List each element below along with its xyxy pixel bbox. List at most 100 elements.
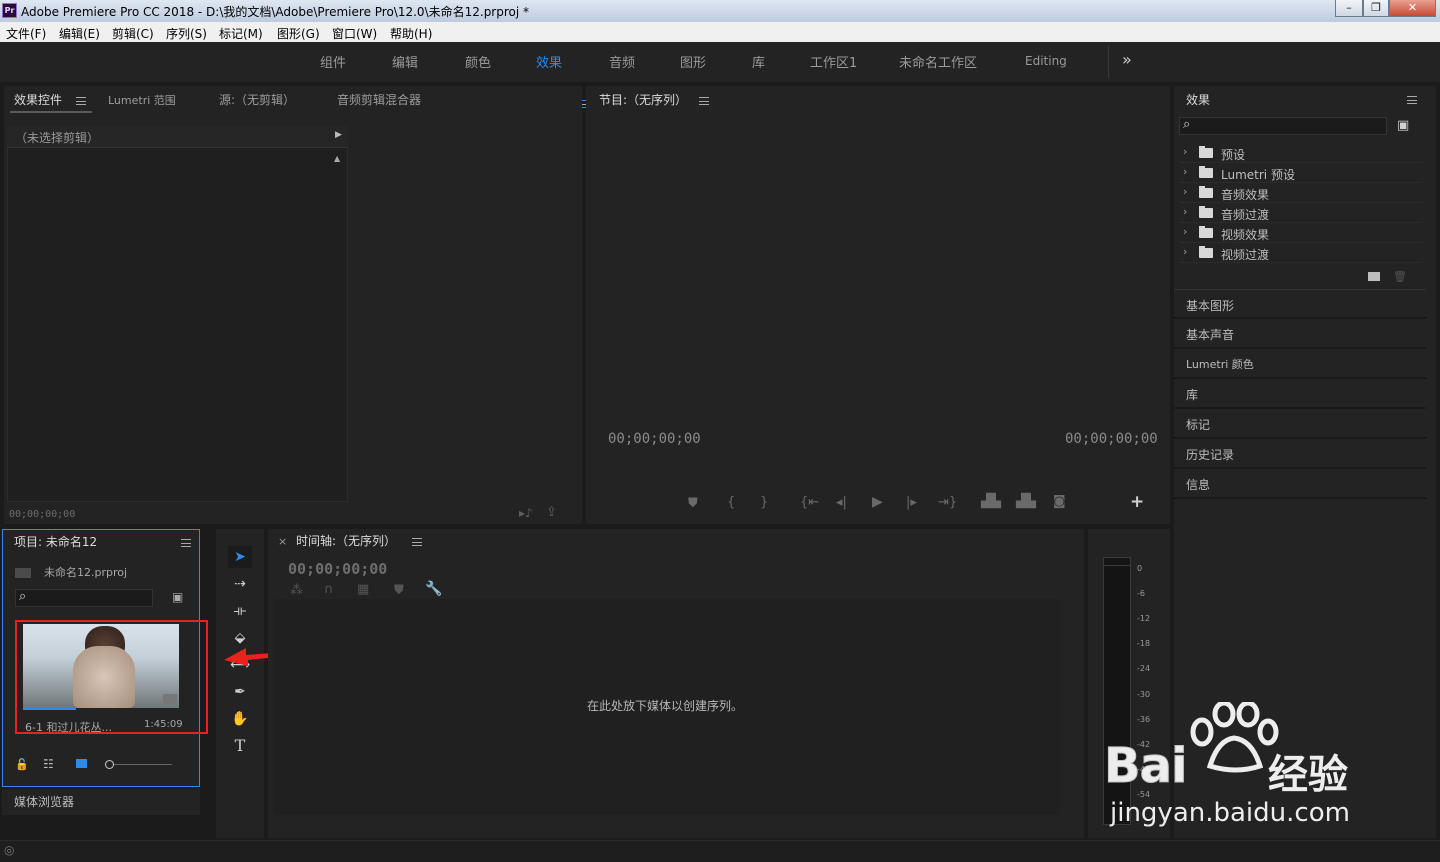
menu-edit[interactable]: 编辑(E) bbox=[59, 25, 100, 42]
section-libraries[interactable]: 库 bbox=[1174, 379, 1426, 409]
effects-menu-icon[interactable] bbox=[1407, 96, 1417, 104]
section-essential-sound[interactable]: 基本声音 bbox=[1174, 319, 1426, 349]
program-menu-icon[interactable] bbox=[699, 97, 709, 105]
workspace-tab-effects[interactable]: 效果 bbox=[536, 52, 562, 71]
workspace-tab-workspace1[interactable]: 工作区1 bbox=[810, 52, 857, 71]
step-back-icon[interactable]: ◂| bbox=[836, 495, 847, 510]
hand-tool-icon[interactable]: ✋ bbox=[228, 708, 252, 730]
chevron-right-icon[interactable]: › bbox=[1183, 165, 1187, 178]
baidu-paw-logo bbox=[1190, 702, 1279, 773]
effects-item-video-transitions[interactable]: › 视频过渡 bbox=[1179, 243, 1422, 263]
effects-item-label: 视频过渡 bbox=[1221, 248, 1270, 262]
timeline-menu-icon[interactable] bbox=[412, 538, 422, 546]
mark-out-icon[interactable]: } bbox=[760, 495, 768, 510]
effects-item-video-effects[interactable]: › 视频效果 bbox=[1179, 223, 1422, 243]
section-history[interactable]: 历史记录 bbox=[1174, 439, 1426, 469]
ripple-edit-tool-icon[interactable]: ⟛ bbox=[228, 600, 252, 622]
add-button[interactable]: + bbox=[1130, 492, 1144, 512]
track-select-tool-icon[interactable]: ⇢ bbox=[228, 573, 252, 595]
go-to-in-icon[interactable]: {⇤ bbox=[800, 495, 819, 510]
new-bin-icon[interactable]: ▣ bbox=[1397, 118, 1409, 133]
chevron-right-icon[interactable]: › bbox=[1183, 205, 1187, 218]
baidu-jingyan-text: 经验 bbox=[1268, 752, 1348, 798]
wrench-settings-icon[interactable]: 🔧 bbox=[425, 581, 442, 597]
type-tool-icon[interactable]: T bbox=[228, 735, 252, 757]
workspace-tab-editing-en[interactable]: Editing bbox=[1025, 54, 1067, 68]
workspace-tab-untitled[interactable]: 未命名工作区 bbox=[899, 52, 977, 71]
scroll-up-icon[interactable]: ▲ bbox=[334, 154, 340, 163]
tab-source[interactable]: 源:（无剪辑） bbox=[219, 91, 295, 108]
effects-item-audio-transitions[interactable]: › 音频过渡 bbox=[1179, 203, 1422, 223]
menu-graphics[interactable]: 图形(G) bbox=[277, 25, 320, 42]
project-search-input[interactable]: ⌕ bbox=[15, 589, 153, 607]
meter-label-24: -24 bbox=[1137, 664, 1151, 673]
list-view-icon[interactable]: ☷ bbox=[43, 757, 54, 771]
play-icon[interactable]: ▶ bbox=[872, 494, 883, 510]
premiere-app-icon: Pr bbox=[2, 3, 17, 18]
tab-lumetri-scopes[interactable]: Lumetri 范围 bbox=[108, 92, 176, 108]
chevron-right-icon[interactable]: › bbox=[1183, 185, 1187, 198]
zoom-slider-handle[interactable] bbox=[105, 760, 114, 769]
meter-label-6: -6 bbox=[1137, 589, 1145, 598]
effects-item-lumetri-presets[interactable]: › Lumetri 预设 bbox=[1179, 163, 1422, 183]
nest-icon[interactable]: ▦ bbox=[357, 582, 369, 597]
section-info[interactable]: 信息 bbox=[1174, 469, 1426, 499]
section-lumetri-color[interactable]: Lumetri 颜色 bbox=[1174, 349, 1426, 379]
close-button[interactable]: ✕ bbox=[1389, 0, 1436, 17]
audio-toggle-icon[interactable]: ▸♪ bbox=[519, 506, 533, 520]
linked-selection-icon[interactable]: ∩ bbox=[324, 582, 334, 597]
workspace-tab-assembly[interactable]: 组件 bbox=[320, 52, 346, 71]
tab-audio-clip-mixer[interactable]: 音频剪辑混合器 bbox=[337, 91, 421, 108]
chevron-right-icon[interactable]: › bbox=[1183, 225, 1187, 238]
new-bin-icon[interactable]: ▣ bbox=[172, 590, 183, 604]
workspace-overflow-icon[interactable]: » bbox=[1122, 50, 1132, 69]
section-markers[interactable]: 标记 bbox=[1174, 409, 1426, 439]
go-to-out-icon[interactable]: ⇥} bbox=[938, 495, 957, 510]
effects-item-audio-effects[interactable]: › 音频效果 bbox=[1179, 183, 1422, 203]
add-marker-icon[interactable]: ⛊ bbox=[394, 583, 404, 598]
pen-tool-icon[interactable]: ✒ bbox=[228, 681, 252, 703]
chevron-right-icon[interactable]: › bbox=[1183, 145, 1187, 158]
workspace-tab-editing[interactable]: 编辑 bbox=[392, 52, 418, 71]
delete-icon[interactable]: 🗑 bbox=[1393, 270, 1407, 283]
expand-right-icon[interactable]: ▶ bbox=[335, 130, 342, 140]
no-clip-label: （未选择剪辑） bbox=[15, 131, 100, 145]
mark-in-icon[interactable]: { bbox=[727, 495, 735, 510]
effects-item-presets[interactable]: › 预设 bbox=[1179, 143, 1422, 163]
menu-clip[interactable]: 剪辑(C) bbox=[112, 25, 154, 42]
workspace-tab-libraries[interactable]: 库 bbox=[752, 52, 765, 71]
menu-marker[interactable]: 标记(M) bbox=[219, 25, 263, 42]
workspace-tab-graphics[interactable]: 图形 bbox=[680, 52, 706, 71]
restore-button[interactable]: ❐ bbox=[1363, 0, 1389, 17]
section-essential-graphics[interactable]: 基本图形 bbox=[1174, 289, 1426, 319]
menu-window[interactable]: 窗口(W) bbox=[332, 25, 377, 42]
minimize-button[interactable]: – bbox=[1335, 0, 1363, 17]
lift-icon[interactable]: ▟▙ bbox=[981, 494, 1001, 509]
new-custom-bin-icon[interactable] bbox=[1368, 272, 1380, 281]
effects-search-input[interactable]: ⌕ bbox=[1179, 117, 1387, 135]
tab-media-browser[interactable]: 媒体浏览器 bbox=[14, 793, 74, 810]
timeline-close-icon[interactable]: × bbox=[278, 535, 287, 548]
selection-tool-icon[interactable]: ➤ bbox=[228, 546, 252, 568]
timeline-drop-area[interactable]: 在此处放下媒体以创建序列。 bbox=[274, 599, 1060, 815]
timeline-timecode[interactable]: 00;00;00;00 bbox=[288, 560, 387, 578]
add-marker-icon[interactable]: ⛊ bbox=[688, 496, 698, 511]
step-forward-icon[interactable]: |▸ bbox=[906, 495, 917, 510]
tab-effect-controls[interactable]: 效果控件 bbox=[14, 91, 62, 108]
menu-sequence[interactable]: 序列(S) bbox=[166, 25, 207, 42]
program-timecode-left[interactable]: 00;00;00;00 bbox=[608, 431, 701, 447]
project-menu-icon[interactable] bbox=[181, 539, 191, 547]
lock-icon[interactable]: 🔓 bbox=[15, 758, 29, 771]
extract-icon[interactable]: ▟▙ bbox=[1016, 494, 1036, 509]
export-frame-icon[interactable]: ⇪ bbox=[546, 505, 557, 520]
menu-file[interactable]: 文件(F) bbox=[6, 25, 46, 42]
zoom-slider-track[interactable] bbox=[114, 764, 172, 765]
menu-help[interactable]: 帮助(H) bbox=[390, 25, 432, 42]
workspace-tab-color[interactable]: 颜色 bbox=[465, 52, 491, 71]
export-frame-camera-icon[interactable]: ◙ bbox=[1053, 494, 1066, 509]
snap-icon[interactable]: ⁂ bbox=[290, 583, 303, 598]
icon-view-icon[interactable] bbox=[76, 759, 87, 768]
chevron-right-icon[interactable]: › bbox=[1183, 245, 1187, 258]
panel-menu-icon[interactable] bbox=[76, 97, 86, 105]
workspace-tab-audio[interactable]: 音频 bbox=[609, 52, 635, 71]
